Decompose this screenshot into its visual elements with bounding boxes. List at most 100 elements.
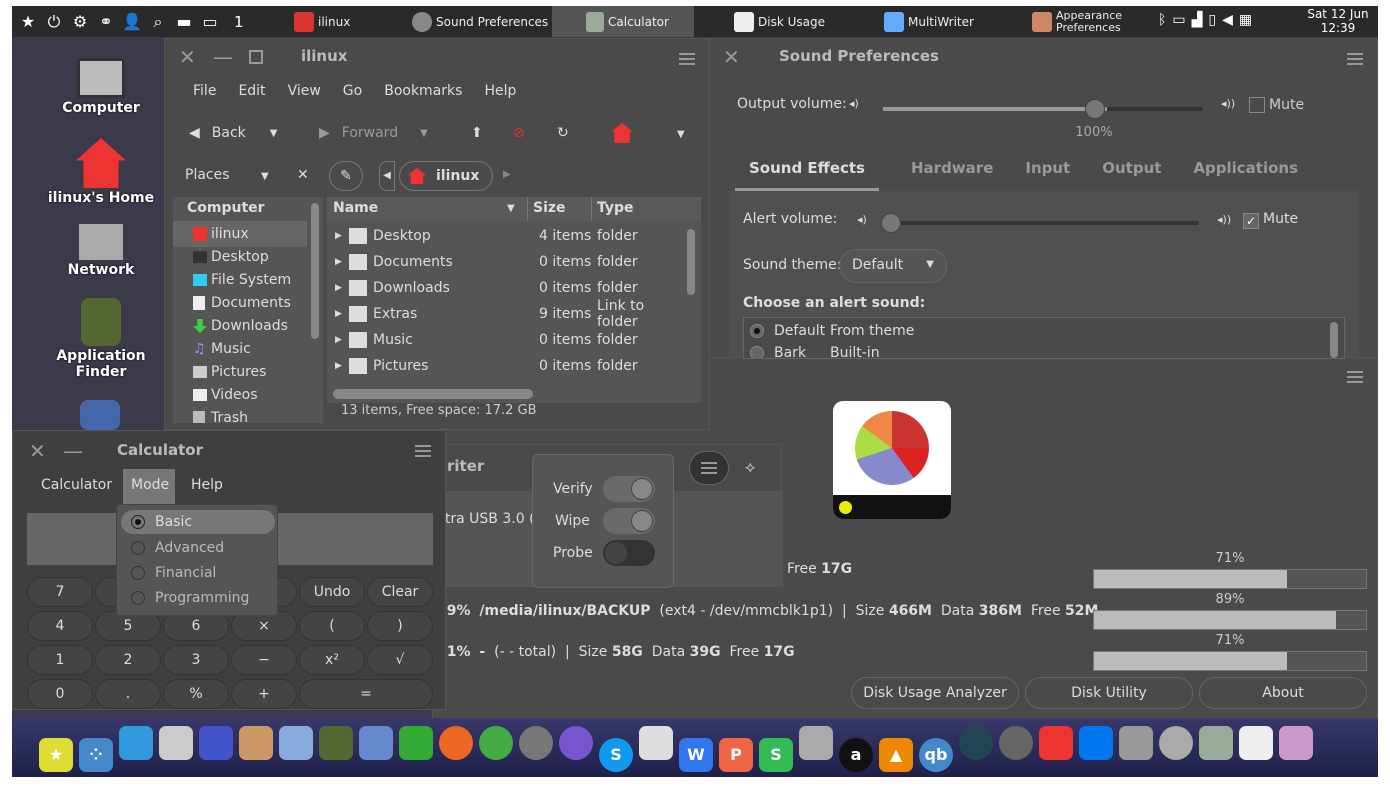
- forward-button[interactable]: ▶ Forward ▼: [319, 125, 428, 141]
- sound-theme-dropdown[interactable]: Default ▼: [839, 249, 947, 283]
- firefox-icon[interactable]: [439, 726, 473, 760]
- image-viewer-icon[interactable]: [799, 726, 833, 760]
- calc-key[interactable]: ): [367, 611, 433, 641]
- tab-hardware[interactable]: Hardware: [911, 151, 993, 191]
- wipe-switch[interactable]: [603, 508, 655, 534]
- reload-icon[interactable]: ↻: [557, 125, 569, 141]
- close-sidebar-icon[interactable]: ✕: [297, 167, 309, 183]
- task-sound-preferences[interactable]: Sound Preferences: [412, 6, 552, 37]
- home-icon[interactable]: [611, 123, 633, 143]
- desktop-icon-network[interactable]: Network: [41, 224, 161, 278]
- task-ilinux[interactable]: ilinux: [294, 6, 402, 37]
- workspace-number[interactable]: 1: [234, 13, 244, 31]
- vlc-icon[interactable]: ▲: [879, 737, 913, 772]
- mode-financial[interactable]: Financial: [131, 560, 216, 586]
- minimize-icon[interactable]: —: [63, 439, 83, 463]
- sound-icon[interactable]: [1159, 726, 1193, 760]
- chevron-down-icon[interactable]: ▼: [420, 128, 428, 139]
- calc-key[interactable]: %: [163, 679, 229, 709]
- close-icon[interactable]: ✕: [29, 439, 46, 463]
- calc-key[interactable]: 7: [27, 577, 93, 607]
- settings-icon[interactable]: [199, 726, 233, 760]
- power-icon[interactable]: ⏻: [44, 12, 64, 32]
- desktop-icon-home[interactable]: ilinux's Home: [41, 138, 161, 206]
- desktop-icon-computer[interactable]: Computer: [41, 58, 161, 116]
- about-button[interactable]: About: [1199, 677, 1367, 709]
- calc-key[interactable]: 2: [95, 645, 161, 675]
- signal-icon[interactable]: ▟: [1192, 12, 1209, 28]
- task-appearance-preferences[interactable]: Appearance Preferences: [1032, 6, 1152, 37]
- anydesk-icon[interactable]: a: [839, 737, 873, 772]
- calculator-icon[interactable]: [1199, 726, 1233, 760]
- earth-pro-icon[interactable]: [519, 726, 553, 760]
- column-name[interactable]: Name: [333, 200, 378, 216]
- apps-grid-icon[interactable]: ⁘: [79, 737, 113, 772]
- calc-key[interactable]: x²: [299, 645, 365, 675]
- anydesk-remote-icon[interactable]: [1039, 726, 1073, 760]
- bluetooth-icon[interactable]: ᛒ: [1158, 12, 1172, 28]
- menu-go[interactable]: Go: [343, 83, 362, 99]
- disk-usage-icon[interactable]: [1239, 726, 1273, 760]
- menu-icon[interactable]: [1347, 371, 1363, 383]
- chrome-icon[interactable]: [479, 726, 513, 760]
- sidebar-scrollbar[interactable]: [311, 203, 319, 339]
- expander-icon[interactable]: ▶: [335, 231, 342, 241]
- task-multiwriter[interactable]: MultiWriter: [884, 6, 1014, 37]
- calc-key[interactable]: =: [299, 679, 433, 709]
- alert-volume-knob[interactable]: [881, 213, 901, 233]
- path-right-icon[interactable]: ▶: [503, 169, 511, 180]
- file-cabinet-icon[interactable]: [159, 726, 193, 760]
- calc-key[interactable]: (: [299, 611, 365, 641]
- disk-utility-button[interactable]: Disk Utility: [1025, 677, 1193, 709]
- up-arrow-icon[interactable]: ⬆: [471, 125, 483, 141]
- horizontal-scrollbar[interactable]: [333, 389, 533, 399]
- folder-icon[interactable]: ▬: [174, 12, 194, 32]
- menu-edit[interactable]: Edit: [238, 83, 265, 99]
- column-type[interactable]: Type: [597, 200, 634, 216]
- probe-switch[interactable]: [603, 540, 655, 566]
- calc-key[interactable]: −: [231, 645, 297, 675]
- chevron-down-icon[interactable]: ▼: [677, 129, 685, 140]
- usb-icon[interactable]: ⟡: [745, 457, 756, 477]
- battery-icon[interactable]: ▭: [1172, 12, 1191, 28]
- clipboard-icon[interactable]: ▯: [1208, 12, 1222, 28]
- pipe-icon[interactable]: [399, 726, 433, 760]
- file-list-scrollbar[interactable]: [687, 229, 695, 295]
- menu-view[interactable]: View: [288, 83, 321, 99]
- steam-icon[interactable]: [959, 726, 993, 760]
- favorites-icon[interactable]: ★: [39, 737, 73, 772]
- close-icon[interactable]: ✕: [723, 45, 740, 69]
- user-icon[interactable]: 👤: [122, 12, 142, 32]
- calc-key[interactable]: +: [231, 679, 297, 709]
- tab-sound-effects[interactable]: Sound Effects: [735, 151, 879, 191]
- task-calculator[interactable]: Calculator: [552, 6, 694, 37]
- menu-bookmarks[interactable]: Bookmarks: [384, 83, 462, 99]
- menu-help[interactable]: Help: [484, 83, 516, 99]
- task-disk-usage[interactable]: Disk Usage: [734, 6, 864, 37]
- trash-icon[interactable]: [1119, 726, 1153, 760]
- calc-key[interactable]: 1: [27, 645, 93, 675]
- sort-desc-icon[interactable]: ▼: [507, 203, 515, 214]
- output-volume-knob[interactable]: [1085, 99, 1105, 119]
- disk-usage-analyzer-button[interactable]: Disk Usage Analyzer: [851, 677, 1019, 709]
- binoculars-icon[interactable]: [319, 726, 353, 760]
- path-left-icon[interactable]: ◀: [379, 161, 395, 191]
- rocket-icon[interactable]: [359, 726, 393, 760]
- calc-key[interactable]: √: [367, 645, 433, 675]
- expander-icon[interactable]: ▶: [335, 283, 342, 293]
- list-item[interactable]: Bark Built-in: [750, 340, 880, 358]
- settings-toggle-icon[interactable]: ⚙: [70, 12, 90, 32]
- column-size[interactable]: Size: [533, 200, 566, 216]
- menu-button[interactable]: [689, 451, 729, 485]
- calc-key[interactable]: Clear: [367, 577, 433, 607]
- table-row[interactable]: ▶ Extras 9 items Link to folder: [327, 298, 687, 330]
- multiwriter-icon[interactable]: [1279, 726, 1313, 760]
- close-icon[interactable]: ✕: [179, 45, 196, 69]
- back-button[interactable]: ◀ Back ▼: [189, 125, 277, 141]
- places-label[interactable]: Places: [185, 167, 230, 183]
- expander-icon[interactable]: ▶: [335, 361, 342, 371]
- presentation-icon[interactable]: P: [719, 737, 753, 772]
- verify-switch[interactable]: [603, 476, 655, 502]
- expander-icon[interactable]: ▶: [335, 257, 342, 267]
- qbittorrent-icon[interactable]: qb: [919, 737, 953, 772]
